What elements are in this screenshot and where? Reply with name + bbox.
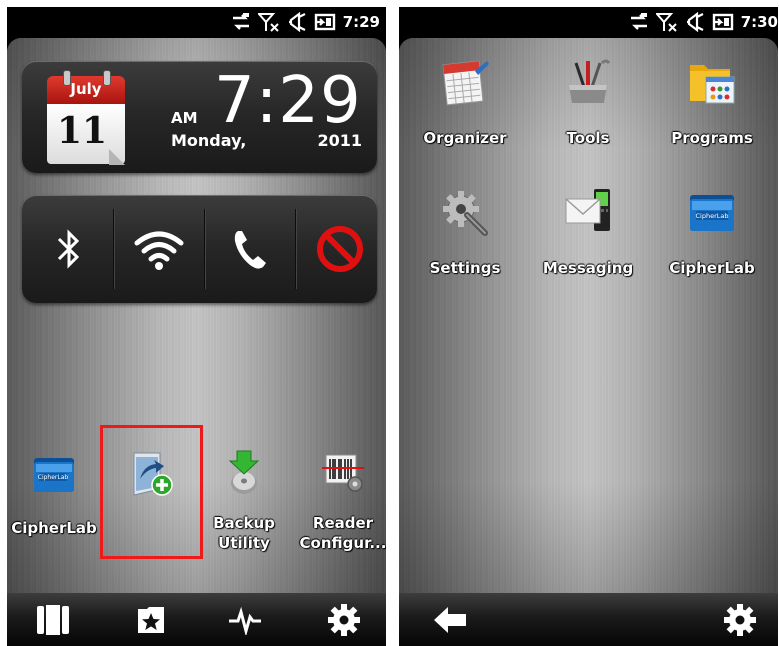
taskbar xyxy=(7,593,386,646)
clock-weekday: Monday, xyxy=(171,131,247,150)
calendar-icon: July 11 xyxy=(47,70,125,165)
settings-gear-icon xyxy=(328,603,360,636)
settings-icon xyxy=(443,191,488,236)
tools-icon xyxy=(569,59,611,103)
settings-button[interactable] xyxy=(318,593,370,646)
app-label-line1: Backup xyxy=(213,514,275,532)
wifi-icon xyxy=(134,231,184,270)
cipherlab-folder-icon: CipherLab xyxy=(34,458,74,492)
clock-ampm: AM xyxy=(171,109,198,127)
app-cipherlab[interactable]: CipherLab CipherLab xyxy=(7,452,104,562)
activity-button[interactable] xyxy=(219,593,271,646)
favorites-button[interactable] xyxy=(125,593,177,646)
bluetooth-icon xyxy=(57,229,80,269)
clock-year: 2011 xyxy=(317,131,362,150)
data-sync-arrows-icon xyxy=(232,13,249,30)
app-label: CipherLab xyxy=(11,519,97,537)
app-reader-configuration[interactable]: Reader Configur... xyxy=(293,449,386,559)
app-label-line2: Configur... xyxy=(299,534,386,552)
settings-gear-icon xyxy=(724,603,756,636)
back-arrow-icon xyxy=(434,606,466,633)
programs-screen: 7:30 Organizer Tools Programs Settings M… xyxy=(399,7,778,646)
backup-utility-icon xyxy=(228,450,260,494)
back-button[interactable] xyxy=(424,593,476,646)
connectivity-widget xyxy=(22,195,377,303)
settings-button[interactable] xyxy=(714,593,766,646)
status-clock[interactable]: 7:29 xyxy=(343,13,380,31)
status-clock[interactable]: 7:30 xyxy=(741,13,778,31)
folder-badge-text: CipherLab xyxy=(696,212,729,220)
data-sync-arrows-icon xyxy=(630,13,647,30)
speaker-icon[interactable] xyxy=(685,12,705,32)
status-bar: 7:29 xyxy=(7,7,386,37)
app-tools[interactable]: Tools xyxy=(527,57,649,157)
clock-time: 7:29 xyxy=(214,64,362,138)
app-settings[interactable]: Settings xyxy=(404,187,526,287)
battery-charging-icon[interactable] xyxy=(314,12,336,32)
calendar-month: July xyxy=(70,80,102,98)
app-messaging[interactable]: Messaging xyxy=(527,187,649,287)
bluetooth-toggle[interactable] xyxy=(25,209,113,289)
signal-off-icon xyxy=(257,13,279,32)
home-screen: 7:29 July 11 AM 7:29 Monday, 2011 Cipher… xyxy=(7,7,386,646)
messaging-icon xyxy=(565,189,610,231)
speaker-icon[interactable] xyxy=(287,12,307,32)
app-add-shortcut[interactable] xyxy=(101,447,201,557)
wifi-toggle[interactable] xyxy=(115,209,203,289)
app-label: Messaging xyxy=(542,259,634,277)
barcode-reader-icon xyxy=(322,454,364,492)
taskbar xyxy=(399,593,778,646)
calendar-organizer-icon xyxy=(442,60,489,106)
programs-folder-icon xyxy=(690,65,735,104)
signal-off-icon xyxy=(655,13,677,32)
app-label: CipherLab xyxy=(669,259,755,277)
radio-off-toggle[interactable] xyxy=(296,209,384,289)
app-programs[interactable]: Programs xyxy=(651,57,773,157)
add-shortcut-icon xyxy=(133,452,173,496)
status-bar: 7:30 xyxy=(399,7,778,37)
app-label: Organizer xyxy=(423,129,507,147)
battery-charging-icon[interactable] xyxy=(712,12,734,32)
folder-badge-text: CipherLab xyxy=(38,474,69,481)
calendar-day: 11 xyxy=(56,110,108,152)
start-tiles-icon xyxy=(37,604,69,635)
favorites-icon xyxy=(138,606,164,633)
app-label-line1: Reader xyxy=(312,514,374,532)
app-label: Programs xyxy=(671,129,753,147)
phone-icon xyxy=(234,231,266,269)
phone-toggle[interactable] xyxy=(206,209,294,289)
app-cipherlab[interactable]: CipherLab CipherLab xyxy=(651,187,773,287)
app-organizer[interactable]: Organizer xyxy=(404,57,526,157)
activity-icon xyxy=(229,606,261,635)
clock-widget[interactable]: July 11 AM 7:29 Monday, 2011 xyxy=(22,61,377,173)
app-backup-utility[interactable]: Backup Utility xyxy=(194,449,294,559)
app-label-line2: Utility xyxy=(218,534,270,552)
app-label: Tools xyxy=(566,129,610,147)
no-entry-icon xyxy=(317,226,363,272)
app-label: Settings xyxy=(429,259,501,277)
start-button[interactable] xyxy=(27,593,79,646)
cipherlab-folder-icon: CipherLab xyxy=(690,195,734,231)
